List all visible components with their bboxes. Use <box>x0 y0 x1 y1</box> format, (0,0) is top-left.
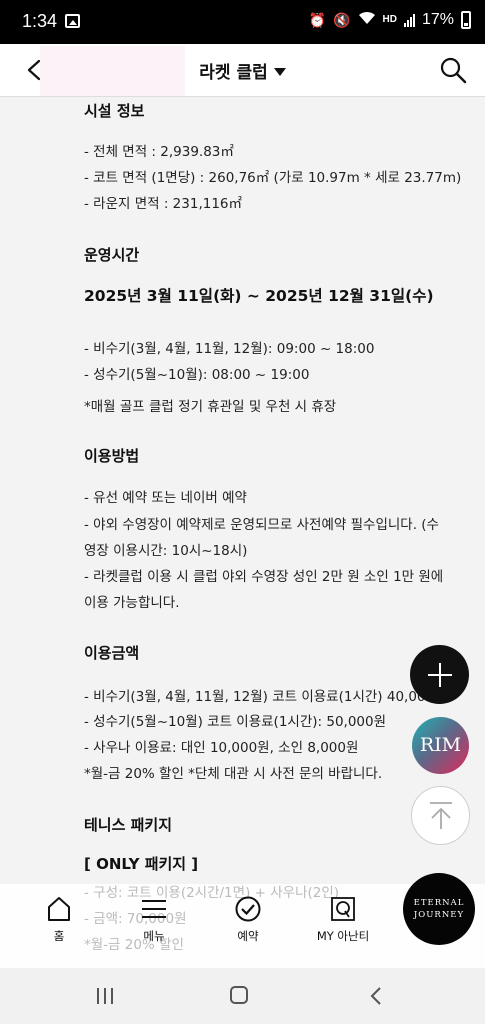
app-header: 라켓 클럽 <box>0 44 485 97</box>
facility-line: - 코트 면적 (1면당) : 260,76㎡ (가로 10.97m * 세로 … <box>84 170 462 186</box>
scroll-top-button[interactable] <box>411 786 470 845</box>
recent-apps-icon[interactable] <box>95 986 115 1006</box>
section-title-facility: 시설 정보 <box>84 102 145 120</box>
gallery-notification-icon <box>65 14 80 28</box>
usage-line: - 유선 예약 또는 네이버 예약 <box>84 490 247 506</box>
usage-line: - 야외 수영장이 예약제로 운영되므로 사전예약 필수입니다. (수 <box>84 517 439 533</box>
price-line: - 성수기(5월~10월) 코트 이용료(1시간): 50,000원 <box>84 714 387 730</box>
hours-note: *매월 골프 클럽 정기 휴관일 및 우천 시 휴장 <box>84 399 337 415</box>
nav-item-menu[interactable]: 메뉴 <box>114 896 194 944</box>
arrow-up-icon <box>430 802 452 829</box>
nav-label: MY 아난티 <box>316 929 370 943</box>
badge-line: ETERNAL <box>413 898 465 908</box>
nav-label: 메뉴 <box>143 929 165 943</box>
alarm-icon: ⏰ <box>308 12 327 28</box>
nav-item-reservation[interactable]: 예약 <box>208 896 288 944</box>
usage-line: - 라켓클럽 이용 시 클럽 야외 수영장 성인 2만 원 소인 1만 원에 <box>84 569 444 585</box>
badge-line: JOURNEY <box>413 910 465 920</box>
nav-label: 홈 <box>53 929 65 943</box>
system-nav-bar <box>0 968 485 1024</box>
price-line: - 사우나 이용료: 대인 10,000원, 소인 8,000원 <box>84 740 359 756</box>
hours-line: - 성수기(5월~10월): 08:00 ~ 19:00 <box>84 367 310 383</box>
battery-percent: 17% <box>421 11 454 28</box>
usage-line: 이용 가능합니다. <box>84 595 180 611</box>
hd-voice-icon: HD <box>382 14 397 25</box>
nav-label: 예약 <box>237 929 259 943</box>
facility-line: - 라운지 면적 : 231,116㎡ <box>84 196 243 212</box>
section-title-package: 테니스 패키지 <box>84 816 173 834</box>
content-area[interactable]: 시설 정보 - 전체 면적 : 2,939.83㎡ - 코트 면적 (1면당) … <box>0 98 485 883</box>
caret-down-icon <box>273 68 286 76</box>
check-circle-icon <box>235 896 261 922</box>
operating-date-range: 2025년 3월 11일(화) ~ 2025년 12월 31일(수) <box>84 287 434 305</box>
facility-line: - 전체 면적 : 2,939.83㎡ <box>84 144 234 160</box>
section-title-hours: 운영시간 <box>84 246 140 264</box>
section-title-price: 이용금액 <box>84 644 140 662</box>
mute-icon: 🔇 <box>333 12 351 28</box>
battery-icon <box>461 11 471 29</box>
page-title-dropdown[interactable]: 라켓 클럽 <box>0 58 485 83</box>
system-back-icon[interactable] <box>368 986 384 1006</box>
page-title: 라켓 클럽 <box>199 63 268 83</box>
home-button-icon[interactable] <box>230 986 248 1004</box>
package-subtitle: [ ONLY 패키지 ] <box>84 855 199 873</box>
menu-icon <box>142 900 166 918</box>
search-icon[interactable] <box>439 56 467 84</box>
signal-icon <box>403 13 415 27</box>
section-title-usage: 이용방법 <box>84 447 140 465</box>
eternal-journey-badge[interactable]: ETERNAL JOURNEY <box>403 873 475 945</box>
add-fab-button[interactable] <box>410 645 469 704</box>
status-icons: ⏰ 🔇 HD 17% <box>309 11 471 29</box>
rim-fab-button[interactable]: RIM <box>412 717 469 774</box>
wifi-icon <box>358 11 376 29</box>
hours-line: - 비수기(3월, 4월, 11월, 12월): 09:00 ~ 18:00 <box>84 341 375 357</box>
nav-item-my-ananti[interactable]: MY 아난티 <box>303 896 383 944</box>
nav-item-home[interactable]: 홈 <box>19 896 99 944</box>
status-bar: 1:34 ⏰ 🔇 HD 17% <box>0 0 485 44</box>
status-time: 1:34 <box>22 11 58 31</box>
price-note: *월-금 20% 할인 *단체 대관 시 사전 문의 바랍니다. <box>84 766 383 782</box>
price-line: - 비수기(3월, 4월, 11월, 12월) 코트 이용료(1시간) 40,0… <box>84 689 447 705</box>
my-ananti-icon <box>331 897 355 921</box>
usage-line: 영장 이용시간: 10시~18시) <box>84 543 248 559</box>
home-icon <box>48 897 70 921</box>
